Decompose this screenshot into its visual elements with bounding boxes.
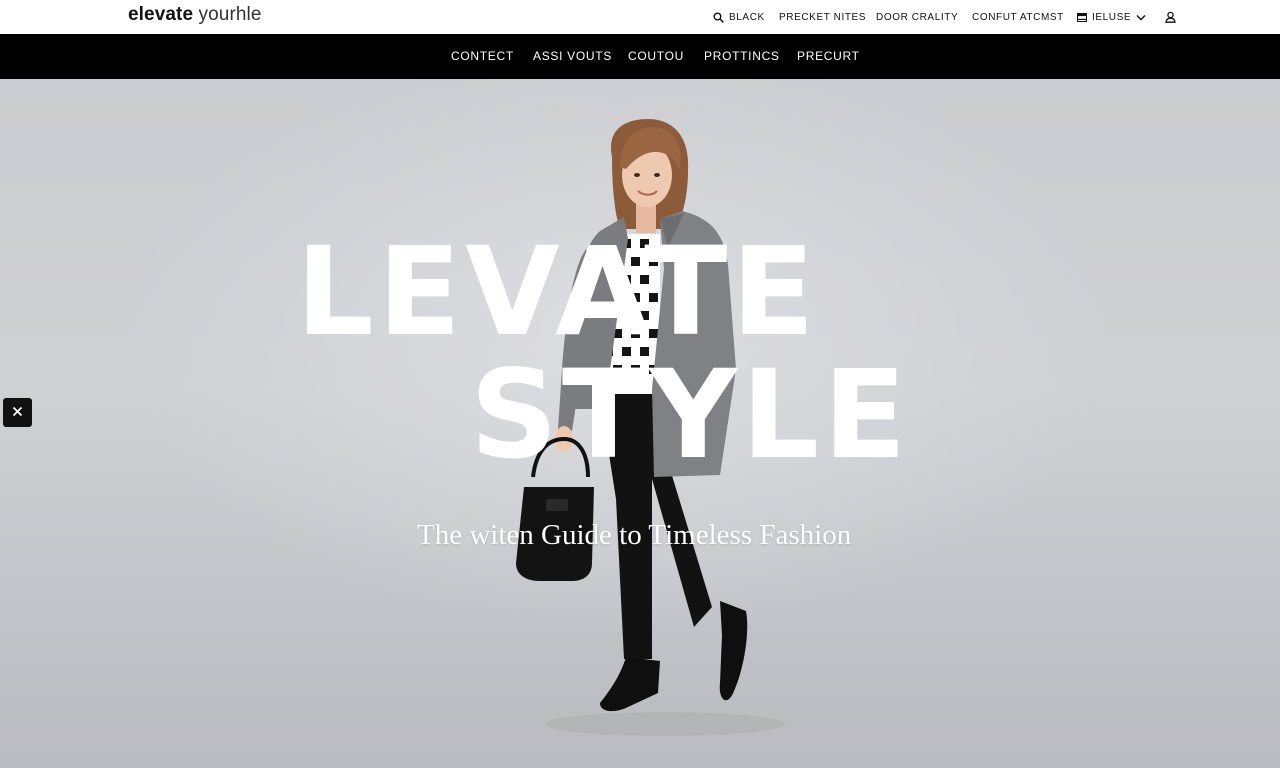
confut-atcmst-label: CONFUT ATCMST bbox=[972, 11, 1064, 23]
nav-item-precurt[interactable]: PRECURT bbox=[797, 34, 860, 79]
close-button[interactable] bbox=[3, 398, 32, 427]
precket-nites-label: PRECKET NITES bbox=[779, 11, 867, 23]
user-icon bbox=[1165, 11, 1176, 23]
nav-item-prottincs[interactable]: PROTTINCS bbox=[704, 34, 780, 79]
hero-headline-line-1: LEVATE bbox=[296, 221, 819, 363]
language-label: IELUSE bbox=[1092, 11, 1132, 23]
nav-item-contect[interactable]: CONTECT bbox=[451, 34, 514, 79]
hero-subtitle: The witen Guide to Timeless Fashion bbox=[417, 519, 852, 551]
account-button[interactable] bbox=[1165, 0, 1176, 34]
top-header: elevate yourhle BLACK PRECKET NITES DOOR… bbox=[0, 0, 1280, 34]
search-link[interactable]: BLACK bbox=[713, 0, 765, 34]
flag-icon bbox=[1077, 12, 1087, 22]
close-icon bbox=[12, 404, 23, 422]
site-logo[interactable]: elevate yourhle bbox=[128, 4, 262, 26]
confut-atcmst-link[interactable]: CONFUT ATCMST bbox=[972, 0, 1064, 34]
nav-item-coutou[interactable]: COUTOU bbox=[628, 34, 684, 79]
hero-headline-line-2: STYLE bbox=[470, 344, 911, 486]
search-label: BLACK bbox=[729, 11, 765, 23]
logo-bold-text: elevate bbox=[128, 4, 194, 25]
logo-light-text: yourhle bbox=[198, 4, 262, 25]
chevron-down-icon bbox=[1136, 14, 1146, 21]
door-crality-link[interactable]: DOOR CRALITY bbox=[876, 0, 958, 34]
nav-item-assi-vouts[interactable]: ASSI VOUTS bbox=[533, 34, 612, 79]
search-icon bbox=[713, 12, 724, 23]
hero-section: LEVATE STYLE The witen Guide to Timeless… bbox=[0, 79, 1280, 768]
precket-nites-link[interactable]: PRECKET NITES bbox=[779, 0, 866, 34]
main-nav: CONTECT ASSI VOUTS COUTOU PROTTINCS PREC… bbox=[0, 34, 1280, 79]
door-crality-label: DOOR CRALITY bbox=[876, 11, 959, 23]
language-selector[interactable]: IELUSE bbox=[1077, 0, 1146, 34]
